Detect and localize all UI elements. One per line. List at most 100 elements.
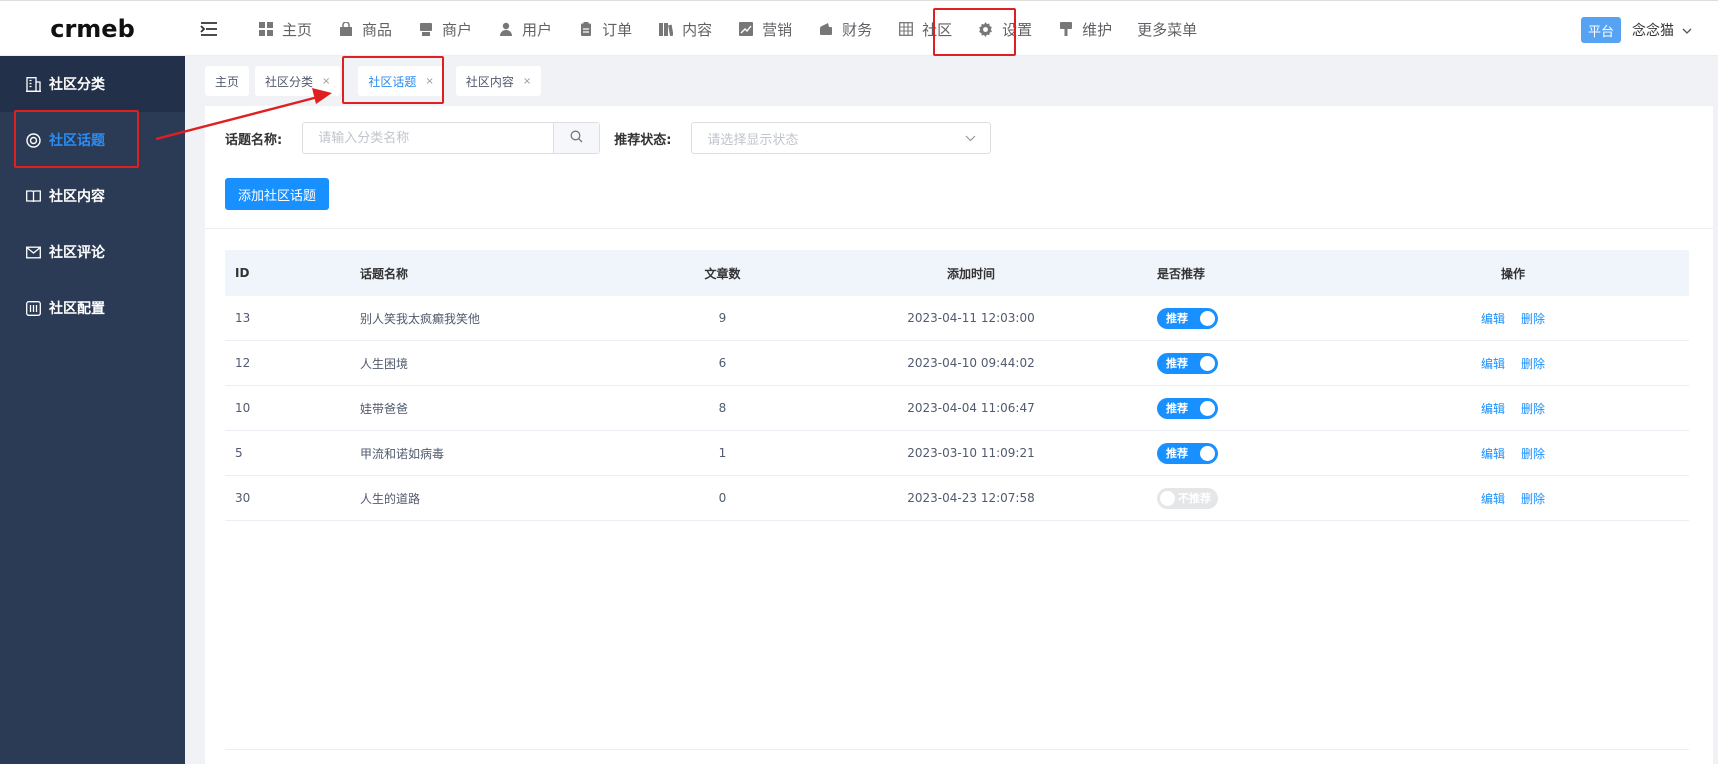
- menu-collapse-icon[interactable]: [200, 20, 218, 38]
- sidebar: 社区分类 社区话题 社区内容 社区评论 社区配置: [0, 56, 185, 764]
- tab-home[interactable]: 主页: [205, 66, 250, 96]
- edit-link[interactable]: 编辑: [1481, 400, 1505, 417]
- recommend-status-label: 推荐状态:: [614, 132, 672, 148]
- recommend-toggle[interactable]: 推荐: [1157, 442, 1218, 464]
- nav-label: 设置: [1002, 20, 1033, 39]
- cell-time: 2023-04-23 12:07:58: [907, 491, 1035, 505]
- select-placeholder: 请选择显示状态: [707, 132, 799, 148]
- cell-id: 12: [235, 356, 251, 370]
- delete-link[interactable]: 删除: [1521, 445, 1545, 462]
- nav-item-maintenance[interactable]: 维护: [1045, 1, 1125, 57]
- tab-label: 社区话题: [368, 74, 417, 89]
- nav-item-finance[interactable]: 财务: [805, 1, 885, 57]
- nav-item-users[interactable]: 用户: [485, 1, 565, 57]
- sidebar-item-label: 社区话题: [49, 133, 105, 149]
- sidebar-item-label: 社区内容: [49, 189, 105, 205]
- edit-link[interactable]: 编辑: [1481, 445, 1505, 462]
- nav-item-merchants[interactable]: 商户: [405, 1, 485, 57]
- user-icon: [498, 22, 513, 37]
- nav-label: 订单: [602, 20, 633, 39]
- platform-badge: 平台: [1581, 17, 1621, 43]
- cell-id: 13: [235, 311, 251, 325]
- recommend-toggle[interactable]: 不推荐: [1157, 487, 1218, 509]
- table-row: 30 人生的道路 0 2023-04-23 12:07:58 不推荐 编辑 删除: [225, 476, 1689, 521]
- cell-id: 30: [235, 491, 251, 505]
- cell-name: 别人笑我太疯癫我笑他: [360, 311, 481, 326]
- sidebar-item-topics[interactable]: 社区话题: [0, 112, 185, 168]
- cell-count: 6: [718, 356, 727, 370]
- tab-label: 社区分类: [265, 74, 314, 89]
- table-row: 12 人生困境 6 2023-04-10 09:44:02 推荐 编辑 删除: [225, 341, 1689, 386]
- recommend-toggle[interactable]: 推荐: [1157, 307, 1218, 329]
- sidebar-item-config[interactable]: 社区配置: [0, 280, 185, 336]
- nav-label: 商户: [442, 20, 473, 39]
- nav-label: 财务: [842, 20, 873, 39]
- mail-icon: [25, 244, 41, 260]
- main-content-card: 话题名称: 推荐状态: 请选择显示状态 添加社区话题 ID 话题名称 文章数 添…: [205, 106, 1713, 764]
- tab-community-topics[interactable]: 社区话题 ×: [358, 66, 444, 96]
- nav-item-community[interactable]: 社区: [885, 1, 965, 57]
- edit-link[interactable]: 编辑: [1481, 310, 1505, 327]
- column-header-time: 添加时间: [946, 266, 995, 281]
- close-icon[interactable]: ×: [523, 76, 531, 87]
- nav-item-settings[interactable]: 设置: [965, 1, 1045, 57]
- delete-link[interactable]: 删除: [1521, 400, 1545, 417]
- nav-item-content[interactable]: 内容: [645, 1, 725, 57]
- delete-link[interactable]: 删除: [1521, 490, 1545, 507]
- add-topic-button[interactable]: 添加社区话题: [225, 178, 329, 210]
- topic-name-label: 话题名称:: [225, 132, 283, 148]
- cell-name: 娃带爸爸: [360, 401, 409, 416]
- brush-icon: [1058, 22, 1073, 37]
- column-header-recommend: 是否推荐: [1157, 266, 1206, 281]
- search-button[interactable]: [553, 123, 600, 153]
- sidebar-item-label: 社区配置: [49, 301, 105, 317]
- sidebar-item-category[interactable]: 社区分类: [0, 56, 185, 112]
- clipboard-icon: [578, 22, 593, 37]
- cell-name: 甲流和诺如病毒: [360, 446, 445, 461]
- gear-icon: [978, 21, 993, 37]
- edit-link[interactable]: 编辑: [1481, 490, 1505, 507]
- cell-id: 5: [235, 446, 243, 460]
- user-name: 念念猫: [1632, 23, 1674, 39]
- nav-item-products[interactable]: 商品: [325, 1, 405, 57]
- nav-item-home[interactable]: 主页: [245, 1, 325, 57]
- close-icon[interactable]: ×: [425, 76, 433, 87]
- nav-label: 营销: [762, 20, 793, 39]
- recommend-toggle[interactable]: 推荐: [1157, 352, 1218, 374]
- cell-count: 1: [718, 446, 727, 460]
- sidebar-item-content[interactable]: 社区内容: [0, 168, 185, 224]
- logo[interactable]: crmeb: [0, 1, 185, 57]
- divider: [205, 228, 1713, 229]
- close-icon[interactable]: ×: [322, 76, 330, 87]
- cell-id: 10: [235, 401, 251, 415]
- recommend-status-select[interactable]: 请选择显示状态: [691, 122, 992, 154]
- tab-community-content[interactable]: 社区内容 ×: [455, 66, 542, 96]
- grid-icon: [258, 22, 273, 37]
- lifebuoy-icon: [25, 132, 41, 148]
- user-menu[interactable]: 念念猫: [1632, 17, 1692, 43]
- delete-link[interactable]: 删除: [1521, 355, 1545, 372]
- cell-time: 2023-04-04 11:06:47: [907, 401, 1035, 415]
- nav-label: 维护: [1082, 20, 1113, 39]
- table-row: 13 别人笑我太疯癫我笑他 9 2023-04-11 12:03:00 推荐 编…: [225, 296, 1689, 341]
- config-icon: [25, 300, 41, 316]
- building-icon: [25, 76, 41, 92]
- cell-time: 2023-04-10 09:44:02: [907, 356, 1035, 370]
- recommend-toggle[interactable]: 推荐: [1157, 397, 1218, 419]
- table-header: ID 话题名称 文章数 添加时间 是否推荐 操作: [225, 250, 1689, 296]
- delete-link[interactable]: 删除: [1521, 310, 1545, 327]
- nav-label: 用户: [522, 20, 553, 39]
- cell-name: 人生的道路: [360, 491, 421, 506]
- nav-item-orders[interactable]: 订单: [565, 1, 645, 57]
- wallet-icon: [818, 22, 833, 37]
- sidebar-item-comments[interactable]: 社区评论: [0, 224, 185, 280]
- edit-link[interactable]: 编辑: [1481, 355, 1505, 372]
- nav-label: 主页: [282, 20, 313, 39]
- topic-search-input[interactable]: [303, 123, 554, 153]
- topic-search-field: [302, 122, 601, 154]
- nav-item-more-menu[interactable]: 更多菜单: [1125, 1, 1210, 57]
- nav-item-marketing[interactable]: 营销: [725, 1, 805, 57]
- open-book-icon: [25, 188, 41, 204]
- tab-community-category[interactable]: 社区分类 ×: [255, 66, 341, 96]
- cell-time: 2023-04-11 12:03:00: [907, 311, 1035, 325]
